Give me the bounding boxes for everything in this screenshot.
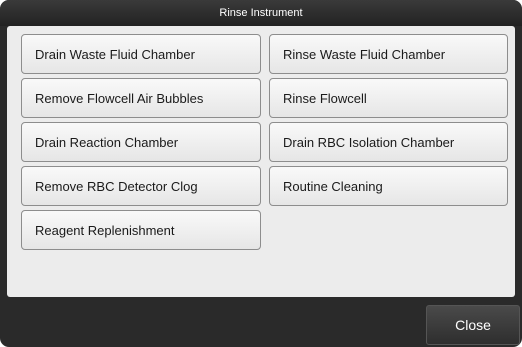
drain-rbc-isolation-chamber-button[interactable]: Drain RBC Isolation Chamber xyxy=(269,122,508,162)
rinse-flowcell-button[interactable]: Rinse Flowcell xyxy=(269,78,508,118)
dialog-title: Rinse Instrument xyxy=(0,0,522,26)
dialog-content: Drain Waste Fluid Chamber Rinse Waste Fl… xyxy=(7,26,515,297)
routine-cleaning-button[interactable]: Routine Cleaning xyxy=(269,166,508,206)
rinse-waste-fluid-chamber-button[interactable]: Rinse Waste Fluid Chamber xyxy=(269,34,508,74)
remove-rbc-detector-clog-button[interactable]: Remove RBC Detector Clog xyxy=(21,166,261,206)
close-button[interactable]: Close xyxy=(426,305,520,345)
remove-flowcell-air-bubbles-button[interactable]: Remove Flowcell Air Bubbles xyxy=(21,78,261,118)
rinse-instrument-dialog: Rinse Instrument Drain Waste Fluid Chamb… xyxy=(0,0,522,347)
drain-waste-fluid-chamber-button[interactable]: Drain Waste Fluid Chamber xyxy=(21,34,261,74)
reagent-replenishment-button[interactable]: Reagent Replenishment xyxy=(21,210,261,250)
drain-reaction-chamber-button[interactable]: Drain Reaction Chamber xyxy=(21,122,261,162)
